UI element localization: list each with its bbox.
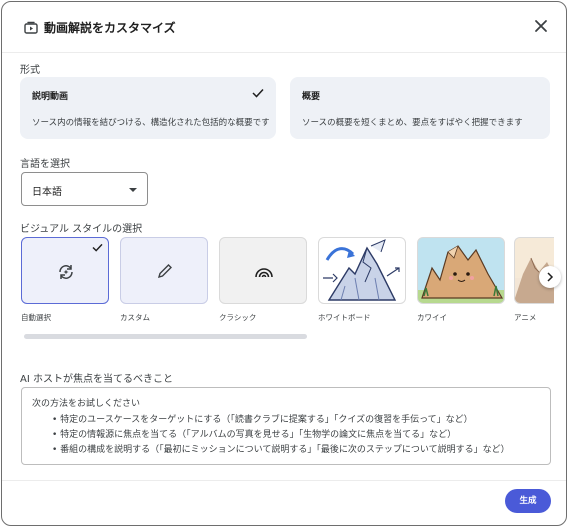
kawaii-preview [418, 245, 504, 303]
check-icon [92, 243, 103, 252]
chevron-right-icon [547, 272, 554, 282]
auto-refresh-icon [59, 265, 73, 279]
style-tile-whiteboard[interactable] [318, 237, 406, 304]
scroll-next-button[interactable] [539, 266, 561, 288]
footer-divider [2, 480, 566, 481]
dialog-header: 動画解説をカスタマイズ [2, 2, 566, 53]
format-option-title: 説明動画 [32, 92, 69, 102]
placeholder-line: 次の方法をお試しください [32, 399, 141, 409]
rainbow-icon [255, 268, 273, 278]
style-tile-label: 自動選択 [21, 313, 51, 322]
style-tile-label: カスタム [120, 313, 150, 322]
language-label: 言語を選択 [20, 159, 70, 170]
check-icon [252, 88, 264, 98]
video-overview-icon [24, 21, 38, 34]
focus-textarea[interactable]: 次の方法をお試しください • 特定のユースケースをターゲットにする（「読書クラブ… [21, 387, 551, 465]
whiteboard-preview [323, 239, 400, 301]
style-tile-classic[interactable] [219, 237, 307, 304]
close-icon[interactable] [532, 17, 550, 35]
dialog-title: 動画解説をカスタマイズ [44, 21, 176, 35]
format-label: 形式 [20, 65, 40, 76]
placeholder-line: • 特定のユースケースをターゲットにする（「読書クラブに提案する」「クイズの復習… [52, 415, 473, 425]
customize-dialog: 動画解説をカスタマイズ 形式 説明動画 ソース内の情報を結びつける、構造化された… [1, 1, 567, 526]
format-option-title: 概要 [302, 92, 321, 102]
placeholder-line: • 番組の構成を説明する（「最初にミッションについて説明する」「最後に次のステッ… [52, 445, 510, 455]
style-tile-auto[interactable] [21, 237, 109, 304]
generate-button[interactable]: 生成 [505, 489, 551, 513]
format-option-description: ソース内の情報を結びつける、構造化された包括的な概要です [32, 118, 270, 128]
pencil-icon [157, 264, 172, 279]
style-tile-label: カワイイ [417, 313, 447, 322]
format-option-explainer[interactable]: 説明動画 ソース内の情報を結びつける、構造化された包括的な概要です [20, 77, 276, 139]
style-tile-label: クラシック [219, 313, 257, 322]
chevron-down-icon [129, 188, 137, 192]
placeholder-line: • 特定の情報源に焦点を当てる（「アルバムの写真を見せる」「生物学の論文に焦点を… [52, 430, 457, 440]
format-option-brief[interactable]: 概要 ソースの概要を短くまとめ、要点をすばやく把握できます [290, 77, 550, 139]
style-tile-label: ホワイトボード [318, 313, 371, 322]
style-tile-kawaii[interactable] [417, 237, 505, 304]
style-tile-custom[interactable] [120, 237, 208, 304]
focus-label: AI ホストが焦点を当てるべきこと [20, 374, 173, 385]
style-tile-label: アニメ [514, 313, 537, 322]
language-selected-value: 日本語 [32, 187, 62, 198]
format-option-description: ソースの概要を短くまとめ、要点をすばやく把握できます [302, 118, 523, 128]
language-select[interactable]: 日本語 [21, 172, 148, 206]
visual-style-label: ビジュアル スタイルの選択 [20, 224, 143, 235]
style-scrollbar[interactable] [24, 334, 307, 339]
